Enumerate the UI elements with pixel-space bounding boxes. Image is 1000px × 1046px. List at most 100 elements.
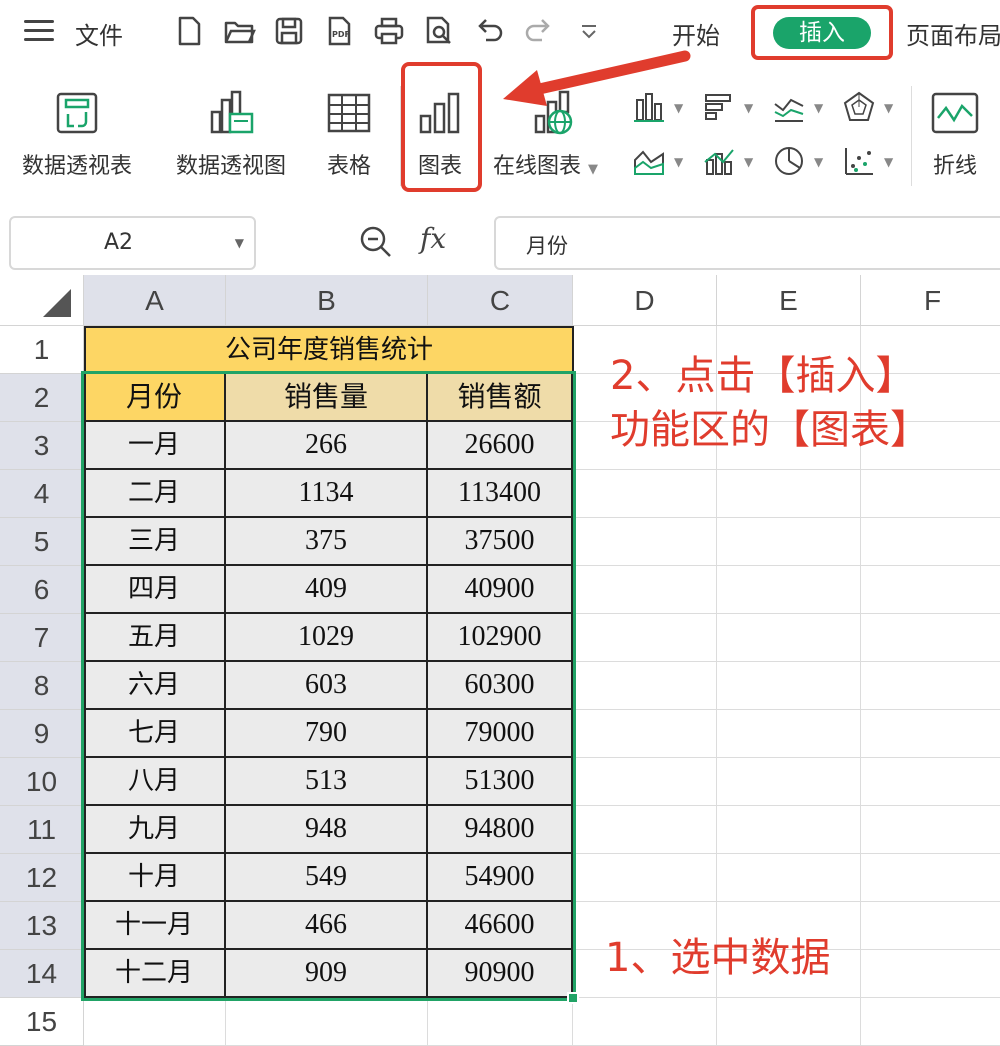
table-cell[interactable]: 513: [226, 758, 428, 806]
horizontal-bar-chart-icon: [705, 94, 731, 120]
column-header-f[interactable]: F: [861, 275, 1000, 326]
table-cell[interactable]: 40900: [428, 566, 573, 614]
file-menu[interactable]: 文件: [75, 16, 123, 51]
table-cell[interactable]: 94800: [428, 806, 573, 854]
table-cell[interactable]: 948: [226, 806, 428, 854]
chevron-down-icon: ▼: [744, 155, 754, 169]
row-header-13[interactable]: 13: [0, 902, 84, 950]
function-icon[interactable]: fx: [420, 222, 446, 255]
table-cell[interactable]: 三月: [84, 518, 226, 566]
table-cell[interactable]: 26600: [428, 422, 573, 470]
radar-chart-type-button[interactable]: ▼: [842, 90, 902, 124]
table-cell[interactable]: 五月: [84, 614, 226, 662]
chevron-down-icon: ▼: [744, 101, 754, 115]
chevron-down-icon: ▼: [674, 155, 684, 169]
line-chart-type-button[interactable]: ▼: [772, 90, 832, 124]
table-cell[interactable]: 46600: [428, 902, 573, 950]
table-cell[interactable]: 375: [226, 518, 428, 566]
table-cell[interactable]: 266: [226, 422, 428, 470]
print-icon[interactable]: [372, 14, 406, 48]
pie-chart-type-button[interactable]: ▼: [772, 144, 832, 178]
table-cell[interactable]: 102900: [428, 614, 573, 662]
table-cell[interactable]: 七月: [84, 710, 226, 758]
table-cell[interactable]: 1134: [226, 470, 428, 518]
name-box[interactable]: A2 ▼: [9, 216, 256, 270]
row-header-3[interactable]: 3: [0, 422, 84, 470]
area-chart-type-button[interactable]: ▼: [632, 144, 692, 178]
tab-insert[interactable]: 插入: [773, 17, 871, 49]
pivot-chart-button[interactable]: 数据透视图: [176, 90, 286, 180]
table-cell[interactable]: 八月: [84, 758, 226, 806]
table-cell[interactable]: 51300: [428, 758, 573, 806]
row-header-14[interactable]: 14: [0, 950, 84, 998]
table-cell[interactable]: 790: [226, 710, 428, 758]
table-header-cell[interactable]: 销售额: [428, 374, 573, 422]
table-cell[interactable]: 九月: [84, 806, 226, 854]
table-cell[interactable]: 113400: [428, 470, 573, 518]
row-header-8[interactable]: 8: [0, 662, 84, 710]
hamburger-menu-icon[interactable]: [24, 20, 54, 44]
table-cell[interactable]: 549: [226, 854, 428, 902]
table-cell[interactable]: 六月: [84, 662, 226, 710]
fill-handle[interactable]: [567, 992, 579, 1004]
bar-chart-type-button[interactable]: ▼: [702, 90, 762, 124]
zoom-out-icon[interactable]: [358, 224, 394, 260]
sparkline-label: 折线: [932, 154, 977, 179]
table-cell[interactable]: 90900: [428, 950, 573, 998]
row-header-15[interactable]: 15: [0, 998, 84, 1046]
table-header-cell[interactable]: 销售量: [226, 374, 428, 422]
table-header-cell[interactable]: 月份: [84, 374, 226, 422]
table-cell[interactable]: 十一月: [84, 902, 226, 950]
row-header-2[interactable]: 2: [0, 374, 84, 422]
select-all-corner[interactable]: [0, 275, 84, 326]
table-cell[interactable]: 十月: [84, 854, 226, 902]
table-cell[interactable]: 一月: [84, 422, 226, 470]
row-header-9[interactable]: 9: [0, 710, 84, 758]
pivot-chart-label: 数据透视图: [176, 154, 287, 179]
row-header-11[interactable]: 11: [0, 806, 84, 854]
row-header-4[interactable]: 4: [0, 470, 84, 518]
row-header-6[interactable]: 6: [0, 566, 84, 614]
table-cell[interactable]: 四月: [84, 566, 226, 614]
tab-page-layout[interactable]: 页面布局: [906, 16, 1000, 51]
table-cell[interactable]: 409: [226, 566, 428, 614]
table-title-cell[interactable]: 公司年度销售统计: [84, 326, 574, 375]
new-file-icon[interactable]: [172, 14, 206, 48]
row-header-12[interactable]: 12: [0, 854, 84, 902]
table-cell[interactable]: 37500: [428, 518, 573, 566]
undo-icon[interactable]: [472, 14, 506, 48]
column-header-b[interactable]: B: [226, 275, 428, 326]
column-header-c[interactable]: C: [428, 275, 573, 326]
table-cell[interactable]: 二月: [84, 470, 226, 518]
table-cell[interactable]: 60300: [428, 662, 573, 710]
sparkline-button[interactable]: 折线: [930, 90, 980, 180]
column-header-a[interactable]: A: [84, 275, 226, 326]
row-header-7[interactable]: 7: [0, 614, 84, 662]
row-header-1[interactable]: 1: [0, 326, 84, 374]
scatter-chart-type-button[interactable]: ▼: [842, 144, 902, 178]
redo-icon[interactable]: [522, 14, 556, 48]
row-header-10[interactable]: 10: [0, 758, 84, 806]
customize-toolbar-chevron-icon[interactable]: [572, 14, 606, 48]
formula-input[interactable]: 月份: [494, 216, 1000, 270]
table-cell[interactable]: 909: [226, 950, 428, 998]
table-cell[interactable]: 1029: [226, 614, 428, 662]
table-button[interactable]: 表格: [326, 90, 372, 180]
table-cell[interactable]: 十二月: [84, 950, 226, 998]
combo-chart-type-button[interactable]: ▼: [702, 144, 762, 178]
chevron-down-icon[interactable]: ▼: [235, 236, 244, 250]
column-header-e[interactable]: E: [717, 275, 861, 326]
row-header-5[interactable]: 5: [0, 518, 84, 566]
table-cell[interactable]: 603: [226, 662, 428, 710]
column-header-d[interactable]: D: [573, 275, 717, 326]
pivot-table-button[interactable]: 数据透视表: [22, 90, 132, 180]
print-preview-icon[interactable]: [422, 14, 456, 48]
open-folder-icon[interactable]: [222, 14, 256, 48]
table-cell[interactable]: 54900: [428, 854, 573, 902]
chart-button[interactable]: 图表: [417, 90, 463, 180]
table-cell[interactable]: 466: [226, 902, 428, 950]
table-cell[interactable]: 79000: [428, 710, 573, 758]
tab-start[interactable]: 开始: [672, 16, 720, 51]
export-pdf-icon[interactable]: PDF: [322, 14, 356, 48]
save-icon[interactable]: [272, 14, 306, 48]
